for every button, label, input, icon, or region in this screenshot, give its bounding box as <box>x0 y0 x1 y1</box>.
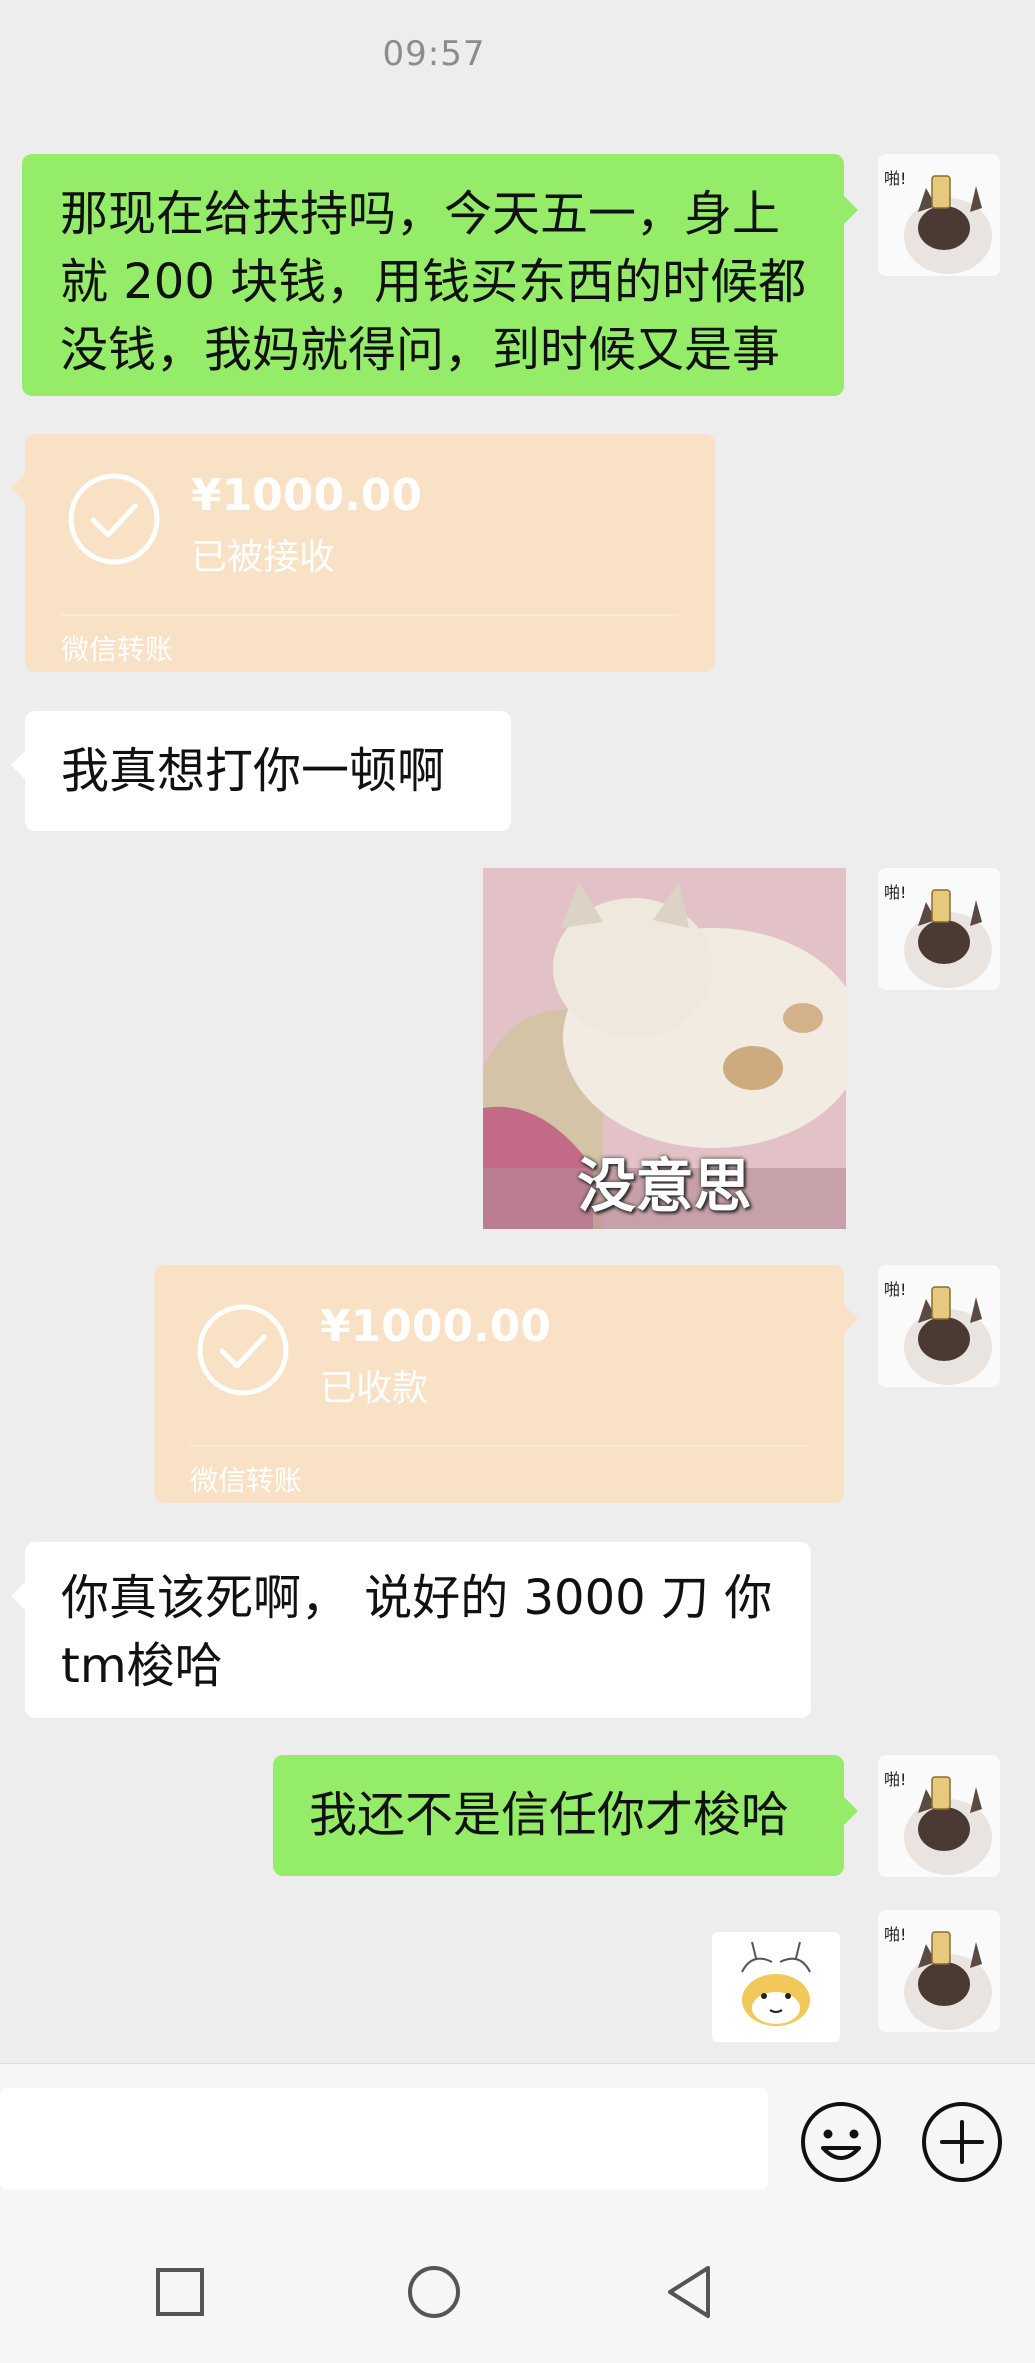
message-text: 我真想打你一顿啊 <box>61 743 446 799</box>
message-line: 就 200 块钱，用钱买东西的时候都 <box>60 254 807 310</box>
message-bubble-sent[interactable]: 我还不是信任你才梭哈 <box>273 1755 858 1876</box>
avatar[interactable]: 啪! <box>878 1755 1000 1877</box>
avatar[interactable]: 啪! <box>878 1910 1000 2032</box>
message-line: 那现在给扶持吗，今天五一，身上 <box>60 186 781 242</box>
avatar[interactable]: 啪! <box>878 1265 1000 1387</box>
avatar-label: 啪! <box>884 1925 906 1944</box>
message-bubble-received[interactable]: 我真想打你一顿啊 <box>11 711 511 831</box>
transfer-card-sent[interactable]: ¥1000.00 已收款 微信转账 <box>154 1265 858 1503</box>
check-circle-icon <box>197 1304 289 1396</box>
avatar-label: 啪! <box>884 169 906 188</box>
home-icon[interactable] <box>406 2264 462 2320</box>
check-circle-icon <box>68 473 160 565</box>
avatar[interactable]: 啪! <box>878 154 1000 276</box>
transfer-amount: ¥1000.00 <box>320 1301 552 1352</box>
transfer-card-received[interactable]: ¥1000.00 已被接收 微信转账 <box>11 434 715 672</box>
plus-icon[interactable] <box>920 2100 1004 2184</box>
divider <box>190 1445 808 1447</box>
emoji-icon[interactable] <box>799 2100 883 2184</box>
message-input[interactable] <box>0 2088 768 2190</box>
transfer-amount: ¥1000.00 <box>191 470 423 521</box>
image-message[interactable]: 没意思 <box>483 868 846 1229</box>
message-line: 没钱，我妈就得问，到时候又是事 <box>60 322 781 378</box>
transfer-label: 微信转账 <box>61 633 174 666</box>
sticker-message[interactable] <box>712 1932 840 2042</box>
transfer-status: 已被接收 <box>191 537 336 578</box>
chat-input-bar <box>0 2063 1035 2214</box>
message-bubble-received[interactable]: 你真该死啊， 说好的 3000 刀 你 tm梭哈 <box>11 1542 811 1718</box>
avatar-label: 啪! <box>884 1280 906 1299</box>
avatar-label: 啪! <box>884 1770 906 1789</box>
back-icon[interactable] <box>664 2264 714 2320</box>
avatar-label: 啪! <box>884 883 906 902</box>
message-line: tm梭哈 <box>61 1638 223 1694</box>
transfer-label: 微信转账 <box>190 1464 303 1497</box>
transfer-status: 已收款 <box>320 1368 429 1409</box>
system-navigation-bar <box>0 2213 1035 2363</box>
avatar[interactable]: 啪! <box>878 868 1000 990</box>
image-caption: 没意思 <box>577 1152 752 1220</box>
status-time: 09:57 <box>382 34 486 74</box>
message-text: 我还不是信任你才梭哈 <box>309 1787 790 1843</box>
divider <box>61 614 679 616</box>
recent-apps-icon[interactable] <box>155 2267 205 2317</box>
message-bubble-sent[interactable]: 那现在给扶持吗，今天五一，身上 就 200 块钱，用钱买东西的时候都 没钱，我妈… <box>22 154 858 396</box>
message-line: 你真该死啊， 说好的 3000 刀 你 <box>61 1570 773 1626</box>
